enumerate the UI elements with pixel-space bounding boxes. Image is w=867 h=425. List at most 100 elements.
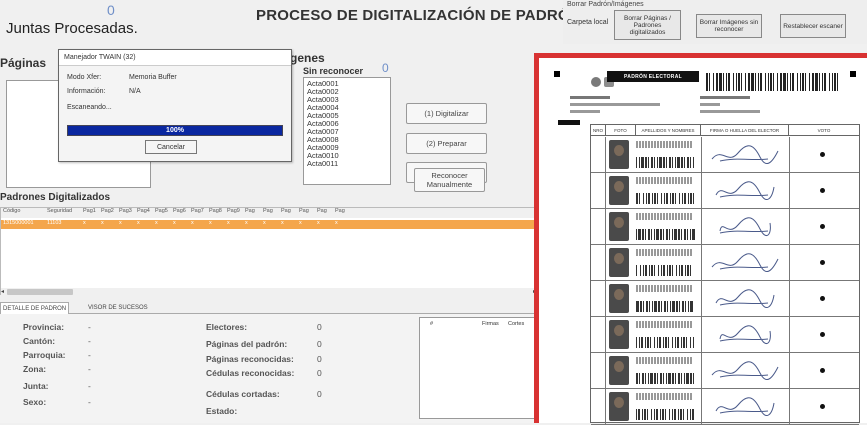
padrones-grid[interactable]: Código Seguridad Pag1 Pag2 Pag3 Pag4 Pag5 Pag6 P… — [0, 207, 538, 296]
grid-column-header[interactable]: Pag4 — [135, 208, 153, 218]
vote-mark — [820, 404, 825, 409]
horizontal-scrollbar[interactable]: ◂ ▸ — [1, 288, 537, 296]
padron-electoral-text: PADRÓN ELECTORAL — [624, 73, 682, 80]
table-row[interactable]: 1315000001 11103 x x x x x x x x x x x x x x x — [1, 220, 537, 229]
scroll-left-icon[interactable]: ◂ — [1, 288, 4, 295]
voter-barcode — [636, 373, 694, 384]
voter-name-text — [636, 393, 692, 400]
juntas-procesadas-count: 0 — [107, 2, 115, 18]
grid-column-header[interactable]: Pag — [315, 208, 333, 218]
grid-column-header[interactable]: Pag5 — [153, 208, 171, 218]
scan-row-number — [591, 317, 606, 353]
informacion-label: Información: — [67, 88, 106, 95]
reconocer-manualmente-button[interactable]: Reconocer Manualmente — [414, 168, 485, 192]
scan-col-voto: VOTO — [817, 127, 831, 133]
voter-signature — [711, 361, 779, 381]
cedulas-reconocidas-label: Cédulas reconocidas: — [206, 368, 295, 378]
junta-value: - — [88, 381, 91, 391]
grid-column-header[interactable]: Pag9 — [225, 208, 243, 218]
scan-column-divider — [701, 353, 702, 389]
scan-status-text: Escaneando... — [67, 104, 112, 111]
grid-cell: x — [263, 220, 266, 226]
paginas-label: Páginas — [0, 56, 47, 70]
voter-name-text — [636, 177, 692, 184]
grid-column-header[interactable]: Pag7 — [189, 208, 207, 218]
voter-barcode — [636, 265, 691, 276]
grid-cell: x — [299, 220, 302, 226]
scan-row-number — [591, 281, 606, 317]
grid-cell: x — [155, 220, 158, 226]
grid-cell: x — [119, 220, 122, 226]
scan-col-firma: FIRMA O HUELLA DEL ELECTOR — [701, 125, 789, 135]
paginas-padron-value: 0 — [317, 339, 322, 349]
grid-column-header[interactable]: Pag — [279, 208, 297, 218]
grid-column-header[interactable]: Pag6 — [171, 208, 189, 218]
actas-list[interactable]: Acta0001 Acta0002 Acta0003 Acta0004 Acta… — [303, 77, 391, 185]
modo-xfer-value: Memoria Buffer — [129, 74, 177, 81]
voter-photo — [609, 176, 629, 205]
acta-item[interactable]: Acta0011 — [307, 160, 387, 168]
scan-row-number — [591, 137, 606, 173]
grid-column-header[interactable]: Pag8 — [207, 208, 225, 218]
paginas-reconocidas-value: 0 — [317, 354, 322, 364]
electores-label: Electores: — [206, 322, 248, 332]
vote-mark — [820, 296, 825, 301]
grid-header: Código Seguridad Pag1 Pag2 Pag3 Pag4 Pag5 Pag6 P… — [1, 208, 537, 218]
voter-signature — [711, 253, 779, 273]
firmas-cortes-grid[interactable]: # Firmas Cortes — [419, 317, 536, 419]
grid-column-header[interactable]: Pag — [297, 208, 315, 218]
restablecer-escaner-button[interactable]: Restablecer escaner — [780, 14, 846, 38]
scan-progress-bar: 100% — [67, 125, 283, 136]
scrollbar-thumb[interactable] — [7, 289, 73, 295]
scan-column-divider — [789, 137, 790, 173]
scan-voter-row — [591, 245, 859, 281]
controls-group-title: Borrar Padrón/Imágenes — [567, 1, 644, 8]
borrar-paginas-button[interactable]: Borrar Páginas / Padrones digitalizados — [614, 10, 681, 40]
vote-mark — [820, 224, 825, 229]
scan-column-divider — [701, 209, 702, 245]
grid-column-header[interactable]: Pag3 — [117, 208, 135, 218]
sexo-label: Sexo: — [23, 397, 47, 407]
detail-tabs: DETALLE DE PADRON VISOR DE SUCESOS — [0, 302, 538, 314]
electores-value: 0 — [317, 322, 322, 332]
scan-voter-row — [591, 353, 859, 389]
provincia-value: - — [88, 322, 91, 332]
cancel-button[interactable]: Cancelar — [145, 140, 197, 154]
grid-column-header[interactable]: Pag2 — [99, 208, 117, 218]
page-title: PROCESO DE DIGITALIZACIÓN DE PADRÓN — [256, 7, 581, 24]
tab-visor-sucesos[interactable]: VISOR DE SUCESOS — [86, 302, 150, 314]
mini-grid-col-firmas: Firmas — [482, 321, 499, 327]
scan-column-divider — [701, 389, 702, 425]
grid-column-header[interactable]: Seguridad — [45, 208, 81, 218]
sin-reconocer-label: Sin reconocer — [303, 66, 364, 76]
borrar-imagenes-button[interactable]: Borrar Imágenes sin reconocer — [696, 14, 762, 38]
vote-mark — [820, 152, 825, 157]
voter-name-text — [636, 249, 692, 256]
scan-column-divider — [789, 281, 790, 317]
grid-column-header[interactable]: Pag1 — [81, 208, 99, 218]
tab-detalle-padron[interactable]: DETALLE DE PADRON — [0, 302, 70, 314]
grid-cell: x — [173, 220, 176, 226]
grid-column-header[interactable]: Código — [1, 208, 45, 218]
scan-row-number — [591, 245, 606, 281]
scan-column-divider — [701, 245, 702, 281]
scan-voter-row — [591, 173, 859, 209]
carpeta-local-link[interactable]: Carpeta local — [567, 19, 608, 26]
digitalizar-button[interactable]: (1) Digitalizar — [406, 103, 487, 124]
preparar-button[interactable]: (2) Preparar — [406, 133, 487, 154]
voter-barcode — [636, 229, 695, 240]
parroquia-label: Parroquia: — [23, 350, 66, 360]
scan-column-divider — [701, 281, 702, 317]
grid-column-header[interactable]: Pag — [333, 208, 351, 218]
grid-column-header[interactable]: Pag — [243, 208, 261, 218]
cedulas-cortadas-label: Cédulas cortadas: — [206, 389, 280, 399]
vote-mark — [820, 368, 825, 373]
voter-photo — [609, 212, 629, 241]
scan-progress-text: 100% — [166, 127, 184, 134]
scan-col-nombres: APELLIDOS Y NOMBRES — [636, 125, 701, 135]
grid-cell: x — [137, 220, 140, 226]
grid-column-header[interactable]: Pag — [261, 208, 279, 218]
voter-signature — [719, 325, 771, 345]
grid-cell: x — [227, 220, 230, 226]
voter-signature — [711, 145, 779, 165]
